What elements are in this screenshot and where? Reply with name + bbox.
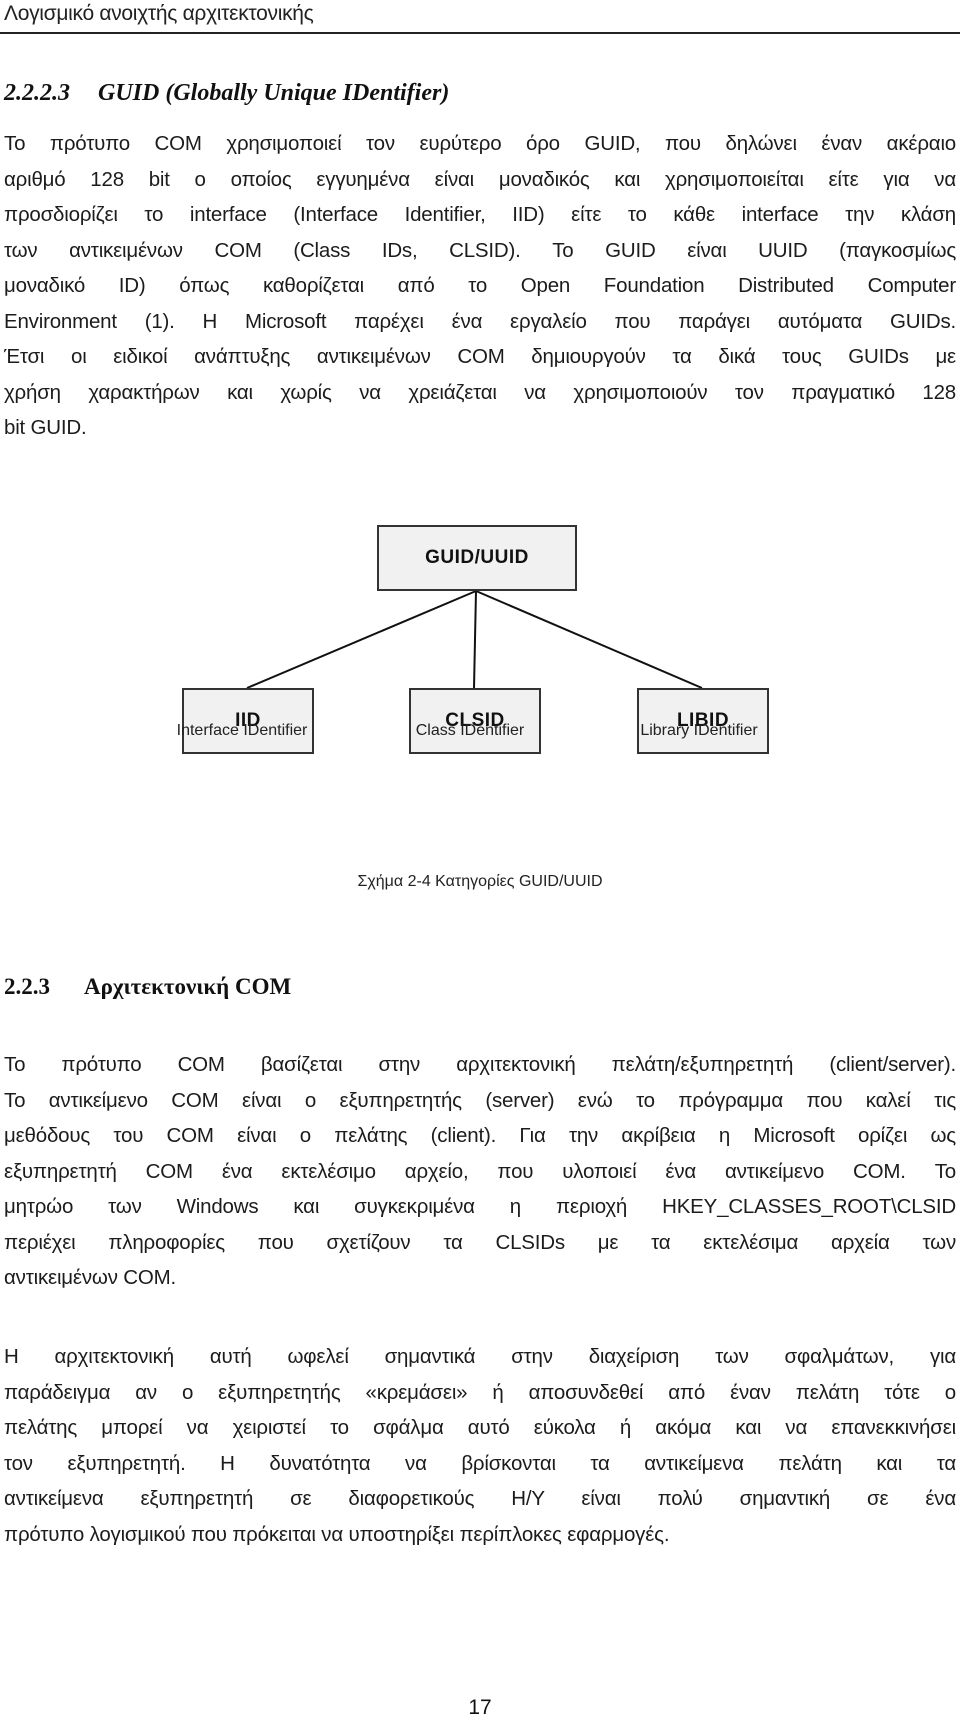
clsid-label: Class IDentifier	[415, 722, 525, 739]
connector-line-libid	[475, 590, 703, 689]
paragraph-line: μοναδικό ID) όπως καθορίζεται από το Ope…	[4, 274, 956, 297]
paragraph-line: χρήση χαρακτήρων και χωρίς να χρειάζεται…	[4, 380, 956, 404]
figure-caption: Σχήμα 2-4 Κατηγορίες GUID/UUID	[357, 873, 603, 890]
paragraph-line: αντικειμένων COM.	[4, 1266, 176, 1289]
section-heading-guid: 2.2.2.3 GUID (Globally Unique IDentifier)	[4, 80, 449, 107]
paragraph-line: αριθμό 128 bit ο οποίος εγγυημένα είναι …	[4, 167, 956, 191]
guid-paragraph: Το πρότυπο COM χρησιμοποιεί τον ευρύτερο…	[4, 126, 956, 446]
paragraph-line: μητρώο των Windows και συγκεκριμένα η πε…	[4, 1195, 956, 1218]
section-number: 2.2.3	[4, 974, 50, 999]
paragraph-line: προσδιορίζει το interface (Interface Ide…	[4, 203, 956, 226]
iid-label: Interface IDentifier	[176, 722, 308, 739]
paragraph-line: εξυπηρετητή COM ένα εκτελέσιμο αρχείο, π…	[4, 1159, 956, 1183]
iid-box: IID	[182, 688, 314, 754]
connector-line-iid	[246, 590, 477, 689]
header-rule	[0, 32, 960, 34]
paragraph-line: τον εξυπηρετητή. Η δυνατότητα να βρίσκον…	[4, 1451, 956, 1475]
paragraph-line: bit GUID.	[4, 416, 87, 439]
paragraph-line: πελάτης μπορεί να χειριστεί το σφάλμα αυ…	[4, 1416, 956, 1439]
guid-uuid-box: GUID/UUID	[377, 525, 577, 591]
paragraph-line: αντικείμενα εξυπηρετητή σε διαφορετικούς…	[4, 1487, 956, 1510]
paragraph-line: μεθόδους του COM είναι ο πελάτης (client…	[4, 1124, 956, 1147]
paragraph-line: των αντικειμένων COM (Class IDs, CLSID).…	[4, 238, 956, 262]
section-number: 2.2.2.3	[4, 80, 70, 106]
section-heading-com: 2.2.3 Αρχιτεκτονική COM	[4, 974, 291, 1000]
running-header: Λογισμικό ανοιχτής αρχιτεκτονικής	[4, 2, 314, 25]
paragraph-line: πρότυπο λογισμικού που πρόκειται να υποσ…	[4, 1522, 670, 1546]
paragraph-line: Environment (1). Η Microsoft παρέχει ένα…	[4, 309, 956, 333]
connector-line-clsid	[473, 590, 477, 689]
page-number: 17	[468, 1696, 492, 1719]
guid-categories-diagram: GUID/UUID IID CLSID LIBID Interface IDen…	[0, 500, 960, 900]
com-paragraph-2: Η αρχιτεκτονική αυτή ωφελεί σημαντικά στ…	[4, 1339, 956, 1552]
paragraph-line: παράδειγμα αν ο εξυπηρετητής «κρεμάσει» …	[4, 1380, 956, 1404]
paragraph-line: Έτσι οι ειδικοί ανάπτυξης αντικειμένων C…	[4, 345, 956, 368]
section-title: GUID (Globally Unique IDentifier)	[98, 80, 450, 106]
paragraph-line: Το αντικείμενο COM είναι ο εξυπηρετητής …	[4, 1088, 956, 1112]
paragraph-line: περιέχει πληροφορίες που σχετίζουν τα CL…	[4, 1230, 956, 1254]
clsid-box: CLSID	[409, 688, 541, 754]
paragraph-line: Η αρχιτεκτονική αυτή ωφελεί σημαντικά στ…	[4, 1345, 956, 1368]
com-paragraph-1: Το πρότυπο COM βασίζεται στην αρχιτεκτον…	[4, 1047, 956, 1296]
libid-box: LIBID	[637, 688, 769, 754]
libid-label: Library IDentifier	[640, 722, 758, 739]
section-title: Αρχιτεκτονική COM	[84, 974, 292, 999]
paragraph-line: Το πρότυπο COM χρησιμοποιεί τον ευρύτερο…	[4, 132, 956, 155]
paragraph-line: Το πρότυπο COM βασίζεται στην αρχιτεκτον…	[4, 1053, 956, 1076]
